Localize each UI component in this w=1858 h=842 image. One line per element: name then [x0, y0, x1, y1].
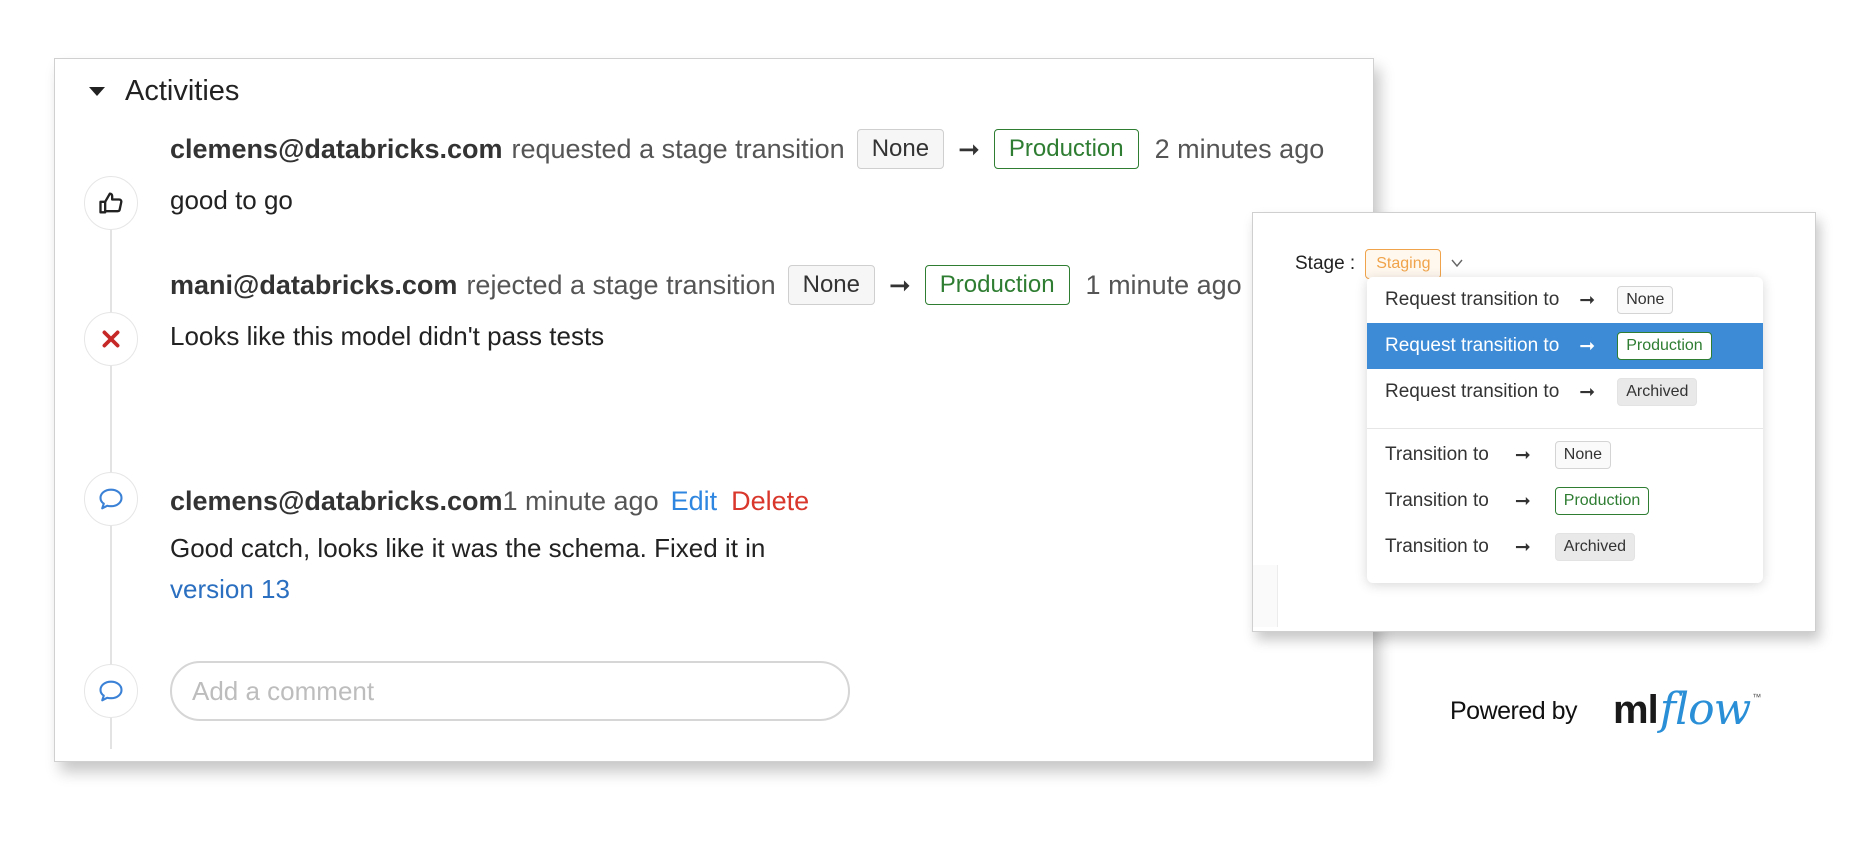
menu-item-transition-production[interactable]: Transition to ➞ Production: [1367, 478, 1763, 524]
arrow-right-icon: ➞: [889, 269, 911, 300]
edit-comment-link[interactable]: Edit: [671, 486, 718, 517]
arrow-right-icon: ➞: [1514, 444, 1531, 466]
arrow-right-icon: ➞: [1579, 381, 1596, 403]
activity-user[interactable]: mani@databricks.com: [170, 270, 457, 301]
menu-item-label: Request transition to: [1385, 289, 1560, 310]
stage-tag-production: Production: [924, 265, 1070, 305]
stage-dropdown-menu: Request transition to ➞ None Request tra…: [1367, 277, 1763, 583]
activity-entry-1: clemens@databricks.com requested a stage…: [170, 129, 1324, 169]
activity-action: rejected a stage transition: [466, 269, 776, 300]
stage-tag-none: None: [1617, 286, 1674, 314]
stage-tag-production: Production: [993, 129, 1139, 169]
arrow-right-icon: ➞: [1514, 490, 1531, 512]
logo-ml: ml: [1613, 688, 1659, 732]
stage-tag-staging[interactable]: Staging: [1365, 249, 1442, 279]
activity-time: 1 minute ago: [502, 485, 659, 516]
add-comment-input[interactable]: [170, 661, 850, 721]
activities-panel: Activities clemens@databricks.com reques…: [54, 58, 1374, 762]
menu-item-request-production[interactable]: Request transition to ➞ Production: [1367, 323, 1763, 369]
stage-tag-production: Production: [1554, 487, 1650, 515]
comment-icon: [84, 472, 138, 526]
menu-item-request-none[interactable]: Request transition to ➞ None: [1367, 277, 1763, 323]
menu-item-label: Request transition to: [1385, 335, 1560, 356]
menu-item-label: Transition to: [1385, 536, 1489, 557]
menu-item-label: Transition to: [1385, 490, 1489, 511]
arrow-right-icon: ➞: [1514, 536, 1531, 558]
version-link[interactable]: version 13: [170, 574, 290, 604]
menu-item-label: Transition to: [1385, 444, 1489, 465]
mlflow-logo: ml flow ™: [1613, 688, 1761, 732]
arrow-right-icon: ➞: [1579, 289, 1596, 311]
powered-by-text: Powered by: [1450, 697, 1578, 725]
caret-down-icon[interactable]: [89, 87, 105, 96]
menu-item-label: Request transition to: [1385, 381, 1560, 402]
comment-icon: [84, 664, 138, 718]
stage-tag-production: Production: [1617, 332, 1712, 360]
logo-flow: flow: [1659, 684, 1752, 735]
activity-time: 1 minute ago: [1085, 269, 1242, 300]
activity-comment: good to go: [170, 185, 293, 215]
stage-transition-panel: Stage : Staging Request transition to ➞ …: [1252, 212, 1816, 632]
stage-tag-archived: Archived: [1617, 378, 1698, 406]
activity-user[interactable]: clemens@databricks.com: [170, 134, 502, 165]
activity-action: requested a stage transition: [511, 133, 845, 164]
activity-user[interactable]: clemens@databricks.com: [170, 486, 502, 517]
thumbs-up-icon: [84, 176, 138, 230]
reject-x-icon: [84, 312, 138, 366]
menu-divider: [1367, 428, 1763, 429]
menu-item-request-archived[interactable]: Request transition to ➞ Archived: [1367, 369, 1763, 415]
logo-tm: ™: [1752, 692, 1762, 702]
stage-tag-none: None: [856, 129, 945, 169]
menu-item-transition-archived[interactable]: Transition to ➞ Archived: [1367, 524, 1763, 570]
activity-comment: Looks like this model didn't pass tests: [170, 321, 605, 351]
activity-entry-3: clemens@databricks.com 1 minute ago Edit…: [170, 481, 809, 521]
arrow-right-icon: ➞: [1579, 335, 1596, 357]
delete-comment-link[interactable]: Delete: [731, 486, 809, 517]
powered-by: Powered by ml flow ™: [1450, 688, 1761, 732]
stage-selector[interactable]: Stage : Staging: [1295, 249, 1464, 279]
comment-text: Good catch, looks like it was the schema…: [170, 533, 766, 563]
stage-tag-none: None: [787, 265, 875, 305]
stage-label: Stage :: [1295, 253, 1356, 274]
activities-title: Activities: [125, 75, 240, 107]
activity-time: 2 minutes ago: [1154, 133, 1325, 164]
panel-edge: [1253, 565, 1278, 627]
arrow-right-icon: ➞: [958, 133, 980, 164]
activity-entry-2: mani@databricks.com rejected a stage tra…: [170, 265, 1242, 305]
chevron-down-icon[interactable]: [1451, 255, 1464, 273]
stage-tag-none: None: [1554, 441, 1612, 469]
activity-comment: Good catch, looks like it was the schema…: [170, 533, 765, 605]
menu-item-transition-none[interactable]: Transition to ➞ None: [1367, 432, 1763, 478]
activities-header[interactable]: Activities: [89, 75, 239, 108]
stage-tag-archived: Archived: [1554, 533, 1636, 561]
